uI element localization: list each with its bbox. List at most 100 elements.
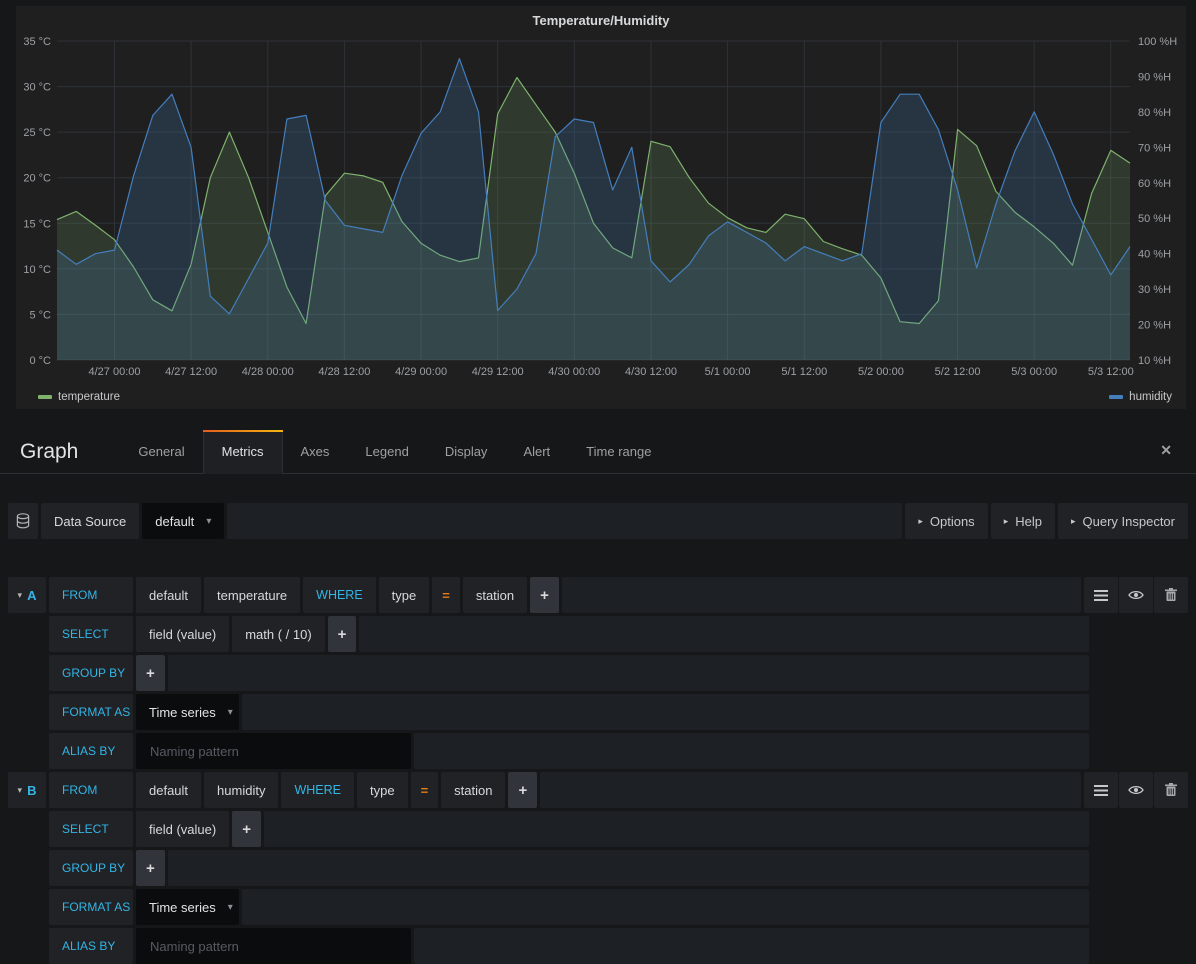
- svg-text:4/27 00:00: 4/27 00:00: [89, 366, 141, 378]
- measurement-chip[interactable]: humidity: [204, 772, 278, 808]
- caret-down-icon: ▾: [18, 785, 23, 796]
- tab-axes[interactable]: Axes: [283, 430, 348, 473]
- query-a-alias-row: ALIAS BY: [49, 733, 1188, 769]
- svg-text:4/30 00:00: 4/30 00:00: [548, 366, 600, 378]
- row-filler: [414, 733, 1089, 769]
- select-label: SELECT: [49, 616, 133, 652]
- svg-text:25 °C: 25 °C: [23, 127, 51, 139]
- from-policy-chip[interactable]: default: [136, 577, 201, 613]
- where-operator-chip[interactable]: =: [411, 772, 439, 808]
- datasource-label: Data Source: [41, 503, 139, 539]
- query-a-select-row: SELECT field (value) math ( / 10) +: [49, 616, 1188, 652]
- from-label: FROM: [49, 577, 133, 613]
- where-label-chip[interactable]: WHERE: [303, 577, 376, 613]
- svg-text:15 °C: 15 °C: [23, 218, 51, 230]
- datasource-icon-cell: [8, 503, 38, 539]
- svg-text:70 %H: 70 %H: [1138, 142, 1171, 154]
- query-b-format-row: FORMAT AS Time series ▾: [49, 889, 1188, 925]
- where-key-chip[interactable]: type: [357, 772, 408, 808]
- svg-text:4/28 12:00: 4/28 12:00: [318, 366, 370, 378]
- legend-label: humidity: [1129, 391, 1172, 403]
- svg-text:30 °C: 30 °C: [23, 82, 51, 94]
- svg-text:4/29 00:00: 4/29 00:00: [395, 366, 447, 378]
- query-menu-button[interactable]: [1084, 577, 1118, 613]
- query-menu-button[interactable]: [1084, 772, 1118, 808]
- tab-general[interactable]: General: [120, 430, 202, 473]
- caret-right-icon: ▸: [1071, 516, 1076, 527]
- select-field-chip[interactable]: field (value): [136, 616, 229, 652]
- legend-label: temperature: [58, 391, 120, 403]
- tab-metrics[interactable]: Metrics: [203, 430, 283, 474]
- options-button-label: Options: [930, 514, 975, 529]
- select-field-chip[interactable]: field (value): [136, 811, 229, 847]
- where-operator-chip[interactable]: =: [432, 577, 460, 613]
- where-value-chip[interactable]: station: [441, 772, 505, 808]
- query-delete-button[interactable]: [1154, 577, 1188, 613]
- where-label-chip[interactable]: WHERE: [281, 772, 354, 808]
- svg-text:4/30 12:00: 4/30 12:00: [625, 366, 677, 378]
- from-policy-chip[interactable]: default: [136, 772, 201, 808]
- row-filler: [414, 928, 1089, 964]
- query-a-from-row: ▾ A FROM default temperature WHERE type …: [8, 577, 1188, 613]
- caret-right-icon: ▸: [1004, 516, 1009, 527]
- select-math-chip[interactable]: math ( / 10): [232, 616, 324, 652]
- graph-panel: Temperature/Humidity 0 °C5 °C10 °C15 °C2…: [16, 6, 1186, 409]
- format-as-select[interactable]: Time series ▾: [136, 694, 239, 730]
- add-select-button[interactable]: +: [232, 811, 261, 847]
- legend-item-temperature[interactable]: temperature: [38, 391, 120, 403]
- menu-icon: [1094, 785, 1108, 796]
- add-condition-button[interactable]: +: [508, 772, 537, 808]
- alias-input[interactable]: [136, 928, 411, 964]
- legend-item-humidity[interactable]: humidity: [1109, 391, 1172, 403]
- eye-icon: [1128, 589, 1144, 601]
- datasource-select[interactable]: default ▾: [142, 503, 224, 539]
- query-ref-letter: A: [27, 588, 36, 603]
- caret-down-icon: ▾: [206, 516, 211, 527]
- where-key-chip[interactable]: type: [379, 577, 430, 613]
- add-condition-button[interactable]: +: [530, 577, 559, 613]
- format-as-select[interactable]: Time series ▾: [136, 889, 239, 925]
- where-value-chip[interactable]: station: [463, 577, 527, 613]
- tab-legend[interactable]: Legend: [347, 430, 426, 473]
- svg-text:5/1 00:00: 5/1 00:00: [705, 366, 751, 378]
- eye-icon: [1128, 784, 1144, 796]
- tab-time-range[interactable]: Time range: [568, 430, 669, 473]
- format-as-label: FORMAT AS: [49, 694, 133, 730]
- svg-text:5/1 12:00: 5/1 12:00: [781, 366, 827, 378]
- tab-alert[interactable]: Alert: [505, 430, 568, 473]
- add-group-by-button[interactable]: +: [136, 655, 165, 691]
- format-as-value: Time series: [149, 900, 216, 915]
- svg-text:5/3 00:00: 5/3 00:00: [1011, 366, 1057, 378]
- query-b-select-row: SELECT field (value) +: [49, 811, 1188, 847]
- panel-type-title: Graph: [20, 440, 78, 464]
- query-b-collapse-toggle[interactable]: ▾ B: [8, 772, 46, 808]
- query-delete-button[interactable]: [1154, 772, 1188, 808]
- timeseries-chart[interactable]: 0 °C5 °C10 °C15 °C20 °C25 °C30 °C35 °C10…: [16, 34, 1186, 386]
- alias-by-label: ALIAS BY: [49, 733, 133, 769]
- temperature-series-swatch: [38, 395, 52, 399]
- svg-text:5/2 00:00: 5/2 00:00: [858, 366, 904, 378]
- query-visibility-button[interactable]: [1119, 772, 1153, 808]
- help-button[interactable]: ▸ Help: [991, 503, 1055, 539]
- svg-text:20 °C: 20 °C: [23, 173, 51, 185]
- svg-text:35 °C: 35 °C: [23, 36, 51, 48]
- tab-display[interactable]: Display: [427, 430, 506, 473]
- query-inspector-button[interactable]: ▸ Query Inspector: [1058, 503, 1188, 539]
- svg-text:50 %H: 50 %H: [1138, 213, 1171, 225]
- query-a-collapse-toggle[interactable]: ▾ A: [8, 577, 46, 613]
- format-as-value: Time series: [149, 705, 216, 720]
- alias-input[interactable]: [136, 733, 411, 769]
- svg-text:20 %H: 20 %H: [1138, 320, 1171, 332]
- svg-text:80 %H: 80 %H: [1138, 107, 1171, 119]
- add-select-button[interactable]: +: [328, 616, 357, 652]
- svg-text:5 °C: 5 °C: [29, 309, 51, 321]
- svg-text:10 °C: 10 °C: [23, 264, 51, 276]
- measurement-chip[interactable]: temperature: [204, 577, 300, 613]
- query-visibility-button[interactable]: [1119, 577, 1153, 613]
- caret-down-icon: ▾: [18, 590, 23, 601]
- options-button[interactable]: ▸ Options: [905, 503, 987, 539]
- close-icon[interactable]: ✕: [1160, 442, 1172, 459]
- datasource-value: default: [155, 514, 194, 529]
- add-group-by-button[interactable]: +: [136, 850, 165, 886]
- row-filler: [168, 850, 1089, 886]
